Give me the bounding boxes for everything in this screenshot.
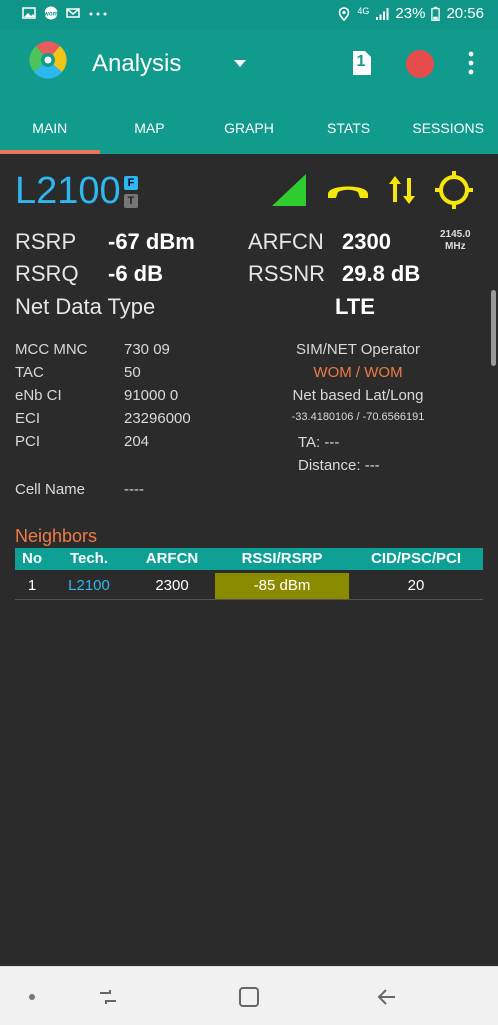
neighbors-table: No Tech. ARFCN RSSI/RSRP CID/PSC/PCI 1 L… bbox=[15, 548, 483, 600]
signal-icon bbox=[376, 7, 389, 20]
frequency-unit: MHz bbox=[445, 241, 466, 252]
sim-selector-button[interactable]: 1 bbox=[350, 50, 372, 76]
network-type: 4G bbox=[357, 5, 370, 16]
badge-t: T bbox=[124, 194, 138, 208]
cell-tech: L2100 bbox=[68, 577, 110, 594]
mcc-mnc-label: MCC MNC bbox=[15, 341, 88, 358]
status-bar: wom 4G 23% 20:56 bbox=[0, 0, 498, 30]
arfcn-value: 2300 bbox=[342, 229, 391, 254]
cell-name-label: Cell Name bbox=[15, 481, 86, 498]
app-title: Analysis bbox=[92, 50, 182, 77]
frequency: 2145.0 MHz bbox=[440, 229, 471, 253]
serving-tech: L2100 bbox=[15, 170, 121, 212]
tac-value: 50 bbox=[124, 364, 141, 381]
mail-icon bbox=[66, 8, 80, 18]
neighbors-title: Neighbors bbox=[15, 526, 98, 546]
sim-slot-number: 1 bbox=[356, 53, 366, 70]
navigation-bar bbox=[0, 966, 498, 1025]
tab-sessions[interactable]: SESSIONS bbox=[398, 106, 498, 150]
battery-icon bbox=[431, 6, 441, 21]
dot-icon[interactable] bbox=[20, 985, 44, 1009]
clock: 20:56 bbox=[446, 5, 484, 22]
frequency-value: 2145.0 bbox=[440, 229, 471, 240]
cell-no: 1 bbox=[27, 577, 37, 594]
cell-arfcn: 2300 bbox=[155, 577, 189, 594]
col-header-cid: CID/PSC/PCI bbox=[370, 550, 461, 567]
data-transfer-icon bbox=[389, 176, 415, 204]
tab-stats[interactable]: STATS bbox=[299, 106, 399, 150]
enb-ci-label: eNb CI bbox=[15, 387, 62, 404]
mcc-mnc-value: 730 09 bbox=[124, 341, 170, 358]
tab-map[interactable]: MAP bbox=[100, 106, 200, 150]
eci-value: 23296000 bbox=[124, 410, 191, 427]
distance-label: Distance: --- bbox=[298, 457, 380, 474]
rssnr-label: RSSNR bbox=[248, 261, 326, 286]
battery-percent: 23% bbox=[395, 5, 426, 22]
tab-main[interactable]: MAIN bbox=[0, 106, 100, 150]
rsrq-value: -6 dB bbox=[108, 261, 163, 286]
col-header-arfcn: ARFCN bbox=[145, 550, 199, 567]
location-icon bbox=[339, 6, 350, 21]
active-tab-indicator bbox=[0, 150, 100, 154]
rsrq-label: RSRQ bbox=[15, 261, 79, 286]
app-bar: Analysis 1 MAIN MAP GRAPH STATS SESSIONS bbox=[0, 30, 498, 154]
neighbors-header-row: No Tech. ARFCN RSSI/RSRP CID/PSC/PCI bbox=[15, 548, 483, 570]
col-header-no: No bbox=[22, 550, 42, 567]
badge-f: F bbox=[124, 176, 138, 190]
cell-name-value: ---- bbox=[124, 481, 144, 498]
app-logo-icon bbox=[29, 41, 67, 79]
rssnr-value: 29.8 dB bbox=[342, 261, 421, 286]
table-row: 1 L2100 2300 -85 dBm 20 bbox=[15, 573, 483, 600]
overflow-menu-icon[interactable] bbox=[466, 50, 476, 76]
operator-label: SIM/NET Operator bbox=[296, 341, 420, 358]
record-button[interactable] bbox=[406, 50, 434, 78]
home-icon[interactable] bbox=[237, 985, 261, 1009]
col-header-rssi-rsrp: RSSI/RSRP bbox=[241, 550, 323, 567]
signal-strength-icon bbox=[272, 174, 306, 206]
rsrp-label: RSRP bbox=[15, 229, 77, 254]
pci-value: 204 bbox=[124, 433, 150, 450]
tab-graph[interactable]: GRAPH bbox=[199, 106, 299, 150]
wom-app-icon: wom bbox=[44, 6, 58, 20]
ta-label: TA: --- bbox=[298, 434, 340, 451]
cell-cid: 20 bbox=[407, 577, 425, 594]
cell-rssi-rsrp: -85 dBm bbox=[215, 573, 349, 599]
latlong-value: -33.4180106 / -70.6566191 bbox=[291, 411, 425, 423]
tac-label: TAC bbox=[15, 364, 44, 381]
recent-apps-icon[interactable] bbox=[96, 985, 120, 1009]
eci-label: ECI bbox=[15, 410, 41, 427]
operator-value: WOM / WOM bbox=[313, 364, 403, 381]
net-data-type-value: LTE bbox=[335, 294, 375, 319]
more-notifications-icon bbox=[89, 12, 107, 16]
back-icon[interactable] bbox=[375, 985, 399, 1009]
rsrp-value: -67 dBm bbox=[108, 229, 195, 254]
pci-label: PCI bbox=[15, 433, 41, 450]
net-data-type-label: Net Data Type bbox=[15, 294, 156, 319]
gps-icon bbox=[435, 171, 473, 209]
latlong-label: Net based Lat/Long bbox=[292, 387, 424, 404]
image-icon bbox=[22, 7, 36, 19]
tab-bar: MAIN MAP GRAPH STATS SESSIONS bbox=[0, 106, 498, 150]
scrollbar[interactable] bbox=[491, 290, 496, 366]
svg-text:wom: wom bbox=[44, 12, 58, 18]
arfcn-label: ARFCN bbox=[248, 229, 324, 254]
col-header-tech: Tech. bbox=[69, 550, 109, 567]
enb-ci-value: 91000 0 bbox=[124, 387, 179, 404]
call-icon bbox=[328, 186, 368, 198]
chevron-down-icon[interactable] bbox=[232, 56, 248, 70]
